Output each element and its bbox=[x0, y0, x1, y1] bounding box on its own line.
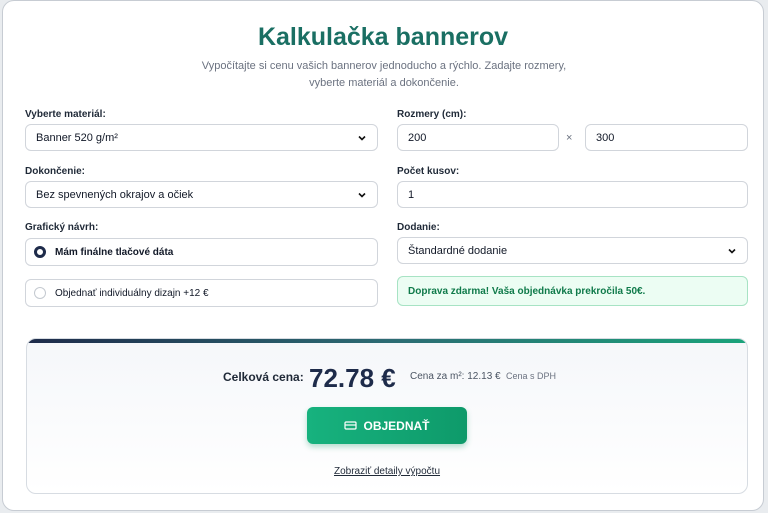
details-link[interactable]: Zobraziť detaily výpočtu bbox=[27, 466, 747, 477]
design-option-label: Objednať individuálny dizajn +12 € bbox=[55, 287, 209, 299]
design-option-own-files[interactable]: Mám finálne tlačové dáta bbox=[25, 238, 378, 266]
delivery-select[interactable]: Štandardné dodanie bbox=[397, 237, 748, 264]
width-input-value: 200 bbox=[408, 131, 427, 144]
quantity-label: Počet kusov: bbox=[397, 166, 460, 177]
finish-select-value: Bez spevnených okrajov a očiek bbox=[36, 188, 194, 201]
height-input-value: 300 bbox=[596, 131, 615, 144]
price-row: Celková cena: 72.78 € Cena za m²: 12.13 … bbox=[27, 363, 747, 393]
order-button-label: OBJEDNAŤ bbox=[363, 418, 430, 433]
total-price-value: 72.78 € bbox=[309, 363, 396, 393]
page-subtitle: Vypočítajte si cenu vašich bannerov jedn… bbox=[201, 60, 567, 89]
page-title: Kalkulačka bannerov bbox=[257, 23, 509, 51]
finish-select[interactable]: Bez spevnených okrajov a očiek bbox=[25, 181, 378, 208]
dimension-separator: × bbox=[566, 132, 573, 144]
price-per-m2: Cena za m²: 12.13 € bbox=[410, 371, 501, 382]
design-option-label: Mám finálne tlačové dáta bbox=[55, 246, 174, 258]
radio-unselected-icon bbox=[34, 287, 46, 299]
summary-accent-bar bbox=[27, 339, 747, 343]
quantity-input[interactable]: 1 bbox=[397, 181, 748, 208]
finish-label: Dokončenie: bbox=[25, 166, 86, 177]
chevron-down-icon bbox=[728, 248, 736, 254]
vat-note: Cena s DPH bbox=[506, 371, 557, 381]
material-label: Vyberte materiál: bbox=[25, 109, 106, 120]
material-select-value: Banner 520 g/m² bbox=[36, 131, 118, 144]
quantity-input-value: 1 bbox=[408, 188, 415, 201]
material-select[interactable]: Banner 520 g/m² bbox=[25, 124, 378, 151]
calculator-card: Kalkulačka bannerov Vypočítajte si cenu … bbox=[2, 0, 764, 511]
radio-selected-icon bbox=[34, 246, 46, 258]
chevron-down-icon bbox=[358, 135, 366, 141]
chevron-down-icon bbox=[358, 192, 366, 198]
dimensions-label: Rozmery (cm): bbox=[397, 109, 467, 120]
design-option-custom[interactable]: Objednať individuálny dizajn +12 € bbox=[25, 279, 378, 307]
delivery-select-value: Štandardné dodanie bbox=[408, 244, 508, 257]
total-price-label: Celková cena: bbox=[223, 370, 304, 384]
design-label: Grafický návrh: bbox=[25, 222, 99, 233]
order-button[interactable]: OBJEDNAŤ bbox=[307, 407, 467, 444]
free-shipping-notice: Doprava zdarma! Vaša objednávka prekroči… bbox=[397, 276, 748, 306]
height-input[interactable]: 300 bbox=[585, 124, 748, 151]
price-summary: Celková cena: 72.78 € Cena za m²: 12.13 … bbox=[26, 338, 748, 494]
cart-icon bbox=[344, 421, 358, 430]
delivery-label: Dodanie: bbox=[397, 222, 440, 233]
width-input[interactable]: 200 bbox=[397, 124, 559, 151]
